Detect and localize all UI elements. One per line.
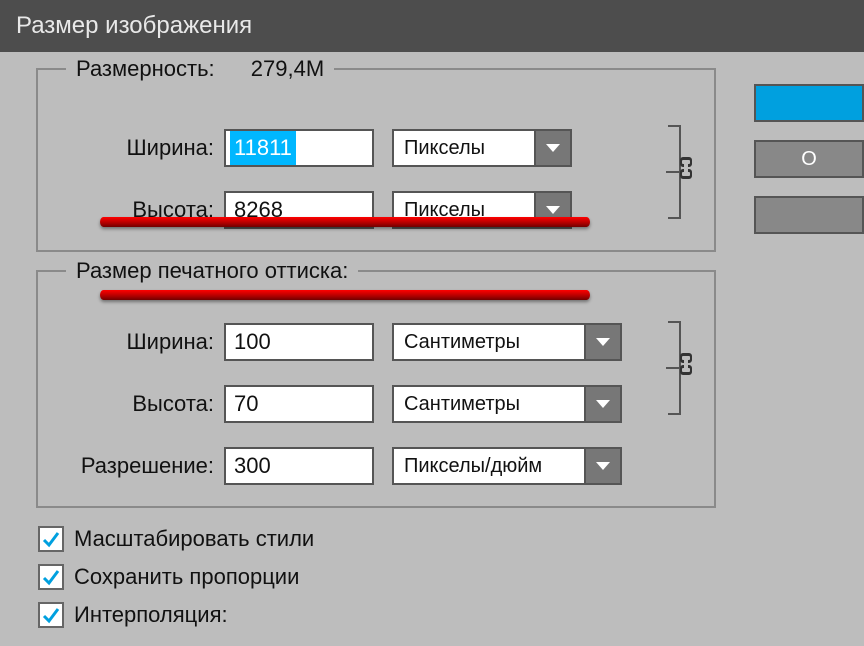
- print-width-label: Ширина:: [54, 329, 224, 355]
- print-width-unit-value: Сантиметры: [394, 325, 584, 359]
- chevron-down-icon: [546, 144, 560, 152]
- resolution-label: Разрешение:: [54, 453, 224, 479]
- annotation-stroke: [100, 290, 590, 300]
- constrain-link-bracket: [664, 314, 704, 414]
- pixel-dimensions-size: 279,4M: [251, 56, 324, 82]
- keep-ratio-checkbox[interactable]: [38, 564, 64, 590]
- ok-button[interactable]: [754, 84, 864, 122]
- annotation-stroke: [100, 217, 590, 227]
- print-height-row: Высота: Сантиметры: [54, 382, 698, 426]
- pixel-width-unit-value: Пикселы: [394, 131, 534, 165]
- button-stack: О: [754, 84, 864, 234]
- resolution-unit-dropdown[interactable]: Пикселы/дюйм: [392, 447, 622, 485]
- print-height-unit-dropdown[interactable]: Сантиметры: [392, 385, 622, 423]
- print-width-unit-dropdown[interactable]: Сантиметры: [392, 323, 622, 361]
- pixel-width-row: Ширина: 11811 Пикселы: [54, 126, 698, 170]
- cancel-button[interactable]: О: [754, 140, 864, 178]
- constrain-link-bracket: [664, 118, 704, 218]
- dropdown-button[interactable]: [584, 387, 620, 421]
- scale-styles-row: Масштабировать стили: [38, 526, 864, 552]
- resolution-unit-value: Пикселы/дюйм: [394, 449, 584, 483]
- scale-styles-label: Масштабировать стили: [74, 526, 314, 552]
- keep-ratio-row: Сохранить пропорции: [38, 564, 864, 590]
- interpolation-label: Интерполяция:: [74, 602, 228, 628]
- resolution-input[interactable]: [224, 447, 374, 485]
- dropdown-button[interactable]: [534, 131, 570, 165]
- dropdown-button[interactable]: [584, 325, 620, 359]
- print-size-group: Размер печатного оттиска: Ширина: Сантим…: [36, 270, 716, 508]
- print-width-row: Ширина: Сантиметры: [54, 320, 698, 364]
- keep-ratio-label: Сохранить пропорции: [74, 564, 299, 590]
- print-width-input[interactable]: [224, 323, 374, 361]
- chevron-down-icon: [596, 462, 610, 470]
- chevron-down-icon: [596, 400, 610, 408]
- content-area: Размерность: 279,4M Ширина: 11811 Пиксел…: [0, 52, 864, 628]
- scale-styles-checkbox[interactable]: [38, 526, 64, 552]
- legend-text: Размерность:: [76, 56, 215, 81]
- check-icon: [41, 605, 61, 625]
- dialog-title: Размер изображения: [16, 12, 252, 40]
- pixel-dimensions-legend: Размерность: 279,4M: [66, 56, 334, 82]
- chevron-down-icon: [546, 206, 560, 214]
- print-size-legend: Размер печатного оттиска:: [66, 258, 358, 284]
- pixel-width-value: 11811: [230, 131, 296, 165]
- print-height-input[interactable]: [224, 385, 374, 423]
- check-icon: [41, 529, 61, 549]
- interpolation-row: Интерполяция:: [38, 602, 864, 628]
- print-height-unit-value: Сантиметры: [394, 387, 584, 421]
- resolution-row: Разрешение: Пикселы/дюйм: [54, 444, 698, 488]
- auto-button[interactable]: [754, 196, 864, 234]
- titlebar: Размер изображения: [0, 0, 864, 52]
- chevron-down-icon: [596, 338, 610, 346]
- pixel-width-label: Ширина:: [54, 135, 224, 161]
- print-height-label: Высота:: [54, 391, 224, 417]
- pixel-width-unit-dropdown[interactable]: Пикселы: [392, 129, 572, 167]
- check-icon: [41, 567, 61, 587]
- dropdown-button[interactable]: [584, 449, 620, 483]
- pixel-width-input[interactable]: 11811: [224, 129, 374, 167]
- interpolation-checkbox[interactable]: [38, 602, 64, 628]
